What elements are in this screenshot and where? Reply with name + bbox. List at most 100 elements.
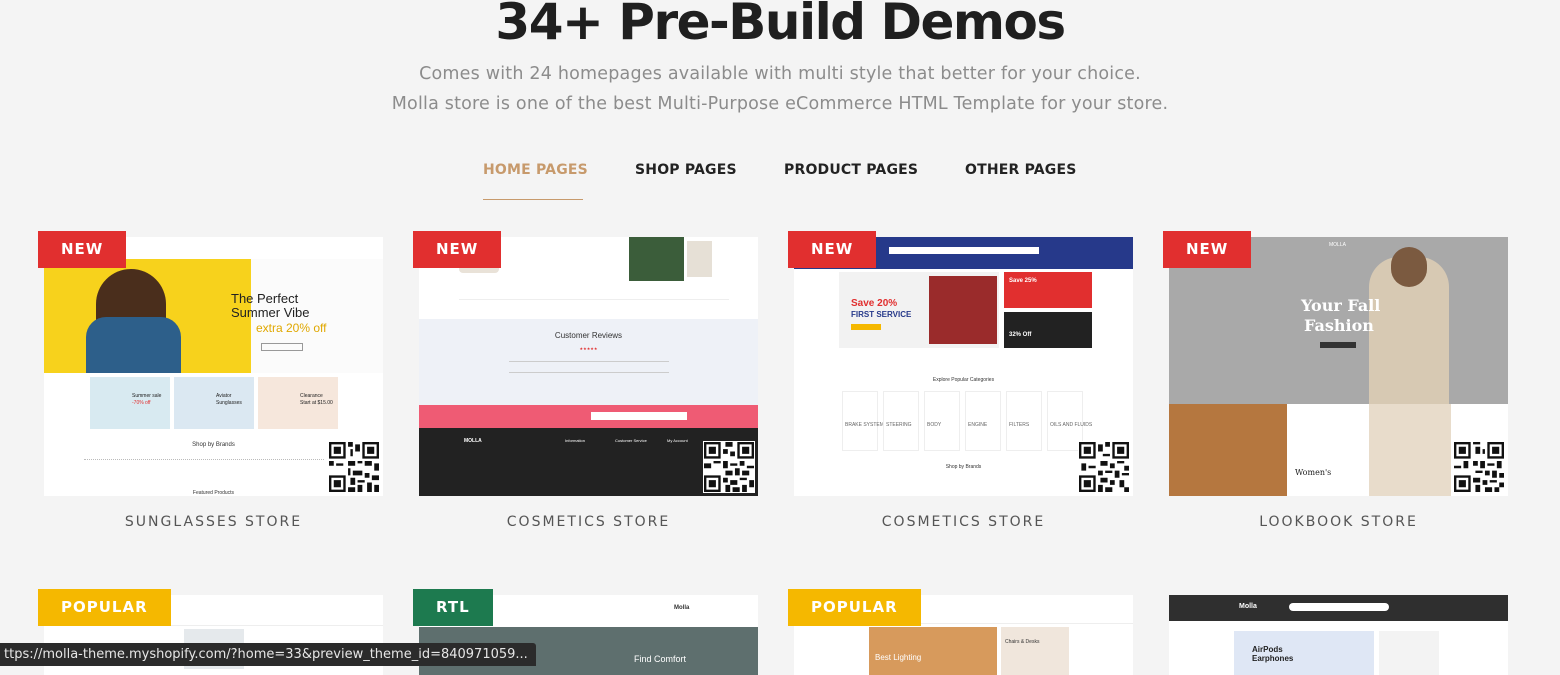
reviews-heading: Customer Reviews — [554, 331, 623, 340]
qr-code-icon — [703, 441, 755, 493]
lookbook-photo-2 — [1369, 404, 1451, 496]
side-banner — [1379, 631, 1439, 675]
demo-header: Molla — [1169, 595, 1508, 621]
qr-code-icon — [328, 441, 380, 493]
promo-1-sub: -70% off — [132, 400, 151, 406]
footer-heading-account: My Account — [667, 438, 688, 443]
browser-status-url: ttps://molla-theme.myshopify.com/?home=3… — [0, 643, 536, 666]
rtl-badge: RTL — [413, 589, 493, 626]
hero-headline-2: Fashion — [1304, 316, 1374, 335]
hero-headline: Find Comfort — [634, 654, 687, 664]
promo-1-title: Summer sale — [132, 393, 162, 399]
category-tile: ENGINE — [965, 391, 1001, 451]
promo-banner-1: Summer sale -70% off — [90, 377, 170, 429]
hero-headline-1: Save 20% — [851, 298, 898, 309]
demo-label-cosmetics-2[interactable]: COSMETICS STORE — [794, 514, 1133, 530]
hero-text-area: The Perfect Summer Vibe extra 20% off — [231, 259, 383, 373]
side-banner-1-title: Save 25% — [1009, 278, 1037, 284]
hero-headline: AirPods Earphones — [1252, 645, 1294, 663]
hero-button — [1320, 342, 1356, 348]
hero-headline-1: The Perfect — [231, 291, 299, 306]
demo-card-row2-4[interactable]: Molla AirPods Earphones — [1169, 595, 1508, 675]
active-tab-underline — [483, 199, 583, 200]
qr-code-icon — [1453, 441, 1505, 493]
side-banner-1: Save 25% — [1004, 272, 1092, 308]
product-photo — [687, 241, 712, 277]
lookbook-photo-women — [1169, 404, 1287, 496]
hero-yellow-panel — [44, 259, 251, 373]
hero-headline-2: Summer Vibe — [231, 305, 310, 320]
demo-card-sunglasses[interactable]: The Perfect Summer Vibe extra 20% off Su… — [44, 237, 383, 496]
footer-heading-service: Customer Service — [615, 438, 647, 443]
hero-button — [851, 324, 881, 330]
category-label: STEERING — [886, 422, 912, 428]
popular-badge: POPULAR — [38, 589, 171, 626]
tab-other-pages[interactable]: OTHER PAGES — [965, 162, 1077, 178]
hero-headline-3: extra 20% off — [256, 321, 327, 335]
promo-2-sub: Sunglasses — [216, 400, 242, 406]
qr-code-icon — [1078, 441, 1130, 493]
product-photo — [629, 237, 684, 281]
category-tile: FILTERS — [1006, 391, 1042, 451]
header-logo: Molla — [1239, 603, 1257, 610]
model-jacket — [86, 317, 181, 373]
hero-headline: Best Lighting — [875, 653, 922, 662]
category-label: BODY — [927, 422, 942, 428]
new-badge: NEW — [38, 231, 127, 268]
footer-logo: MOLLA — [464, 438, 482, 444]
side-banner: Chairs & Desks — [1001, 627, 1069, 675]
section-subtitle-line2: Molla store is one of the best Multi-Pur… — [391, 94, 1169, 114]
demo-card-cosmetics-2[interactable]: Save 20% FIRST SERVICE Save 25% 32% Off … — [794, 237, 1133, 496]
new-badge: NEW — [413, 231, 502, 268]
category-tile: BRAKE SYSTEM — [842, 391, 884, 451]
demo-label-sunglasses[interactable]: SUNGLASSES STORE — [44, 514, 383, 530]
promo-2-title: Aviator — [216, 393, 232, 399]
section-subtitle-line1: Comes with 24 homepages available with m… — [419, 64, 1141, 84]
header-logo: MOLLA — [1329, 242, 1346, 248]
hero-banner: AirPods Earphones — [1234, 631, 1374, 675]
categories-heading: Explore Popular Categories — [932, 377, 995, 383]
hero-headline-1: Your Fall — [1301, 296, 1381, 315]
header-logo: Molla — [674, 605, 690, 611]
review-text — [509, 361, 669, 373]
car-photo — [929, 276, 997, 344]
newsletter-input — [591, 412, 687, 420]
header-search — [889, 247, 1039, 254]
features-row — [459, 299, 729, 308]
new-badge: NEW — [788, 231, 877, 268]
demo-label-cosmetics[interactable]: COSMETICS STORE — [419, 514, 758, 530]
popular-badge: POPULAR — [788, 589, 921, 626]
category-label: OILS AND FLUIDS — [1050, 422, 1093, 428]
tab-product-pages[interactable]: PRODUCT PAGES — [784, 162, 918, 178]
demo-category-tabs: HOME PAGES SHOP PAGES PRODUCT PAGES OTHE… — [0, 162, 1560, 202]
category-label: ENGINE — [968, 422, 988, 428]
category-tile: BODY — [924, 391, 960, 451]
hero-button — [261, 343, 303, 351]
hero-headline-2: FIRST SERVICE — [851, 310, 912, 319]
promo-banner-2: Aviator Sunglasses — [174, 377, 254, 429]
rating-stars-icon: ★★★★★ — [579, 346, 598, 351]
tab-home-pages[interactable]: HOME PAGES — [483, 162, 588, 178]
model-hair — [1391, 247, 1427, 287]
lookbook-text-block: Women's — [1287, 404, 1367, 496]
tab-shop-pages[interactable]: SHOP PAGES — [635, 162, 737, 178]
lookbook-women-title: Women's — [1295, 468, 1332, 477]
side-banner-2-title: 32% Off — [1009, 332, 1032, 338]
promo-3-title: Clearance — [300, 393, 323, 399]
hero-banner: Best Lighting — [869, 627, 997, 675]
demo-label-lookbook[interactable]: LOOKBOOK STORE — [1169, 514, 1508, 530]
reviews-section: Customer Reviews ★★★★★ — [419, 319, 758, 405]
footer-heading-information: Information — [565, 438, 586, 443]
header-search — [1289, 603, 1389, 611]
demo-card-lookbook[interactable]: MOLLA Your Fall Fashion Women's — [1169, 237, 1508, 496]
demo-card-cosmetics[interactable]: Customer Reviews ★★★★★ MOLLA Information… — [419, 237, 758, 496]
brand-logos-row — [84, 459, 324, 466]
section-title: 34+ Pre-Build Demos — [495, 0, 1066, 51]
category-tile: STEERING — [883, 391, 919, 451]
category-label: BRAKE SYSTEM — [845, 422, 884, 428]
promo-3-sub: Start at $15.00 — [300, 400, 333, 406]
newsletter-bar — [419, 405, 758, 428]
category-label: FILTERS — [1009, 422, 1030, 428]
side-banner-2: 32% Off — [1004, 312, 1092, 348]
new-badge: NEW — [1163, 231, 1252, 268]
